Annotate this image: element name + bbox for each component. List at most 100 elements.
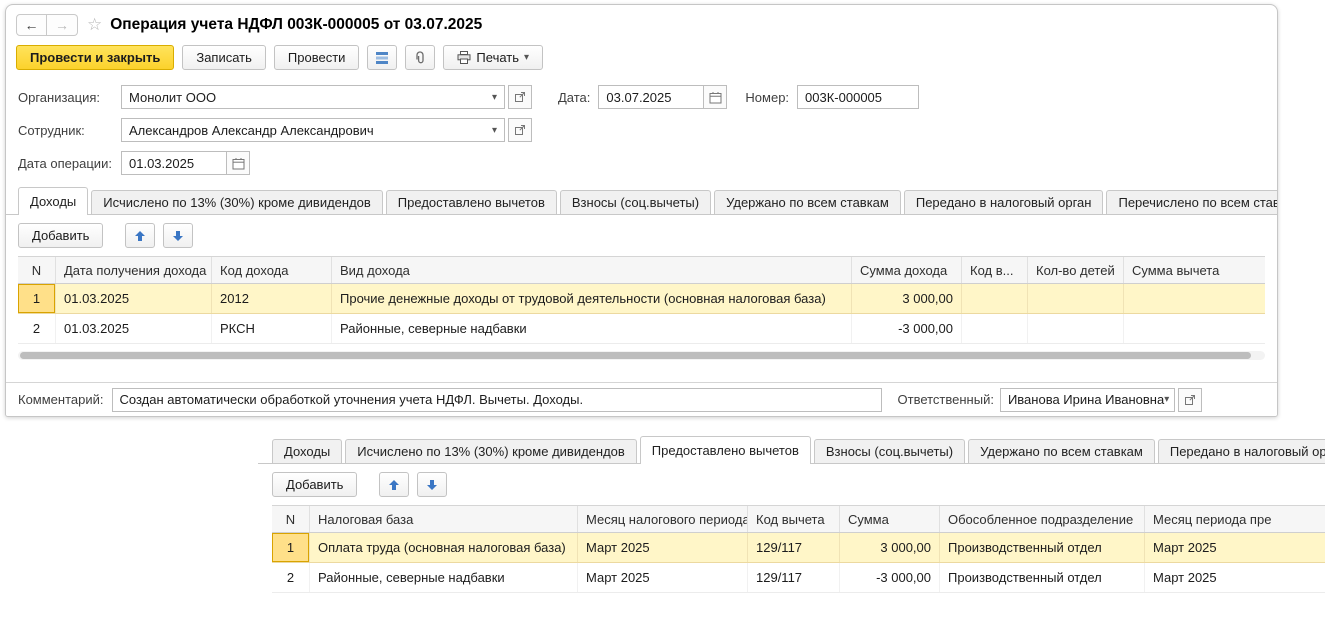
tab-remitted[interactable]: Перечислено по всем ставкам bbox=[1106, 190, 1277, 215]
table-row[interactable]: 1 01.03.2025 2012 Прочие денежные доходы… bbox=[18, 284, 1265, 314]
operation-date-calendar-button[interactable] bbox=[226, 151, 250, 175]
column-header: Сумма дохода bbox=[852, 257, 962, 283]
write-button[interactable]: Записать bbox=[182, 45, 266, 70]
column-header: Код вычета bbox=[748, 506, 840, 532]
column-header: Кол-во детей bbox=[1028, 257, 1124, 283]
deduction-code-cell[interactable] bbox=[962, 284, 1028, 313]
column-header: Месяц налогового периода bbox=[578, 506, 748, 532]
chevron-down-icon[interactable]: ▾ bbox=[492, 92, 497, 103]
table-row[interactable]: 2 Районные, северные надбавки Март 2025 … bbox=[272, 563, 1325, 593]
tab-incomes[interactable]: Доходы bbox=[272, 439, 343, 464]
tab-sent-to-tax-authority[interactable]: Передано в налоговый орган bbox=[1157, 439, 1325, 464]
income-code-cell[interactable]: РКСН bbox=[212, 314, 332, 343]
tab-incomes[interactable]: Доходы bbox=[18, 187, 89, 216]
deduction-code-cell[interactable]: 129/117 bbox=[748, 533, 840, 562]
move-row-down-button[interactable] bbox=[163, 223, 194, 248]
division-cell[interactable]: Производственный отдел bbox=[940, 533, 1145, 562]
move-row-down-button[interactable] bbox=[417, 472, 448, 497]
period-month-cell[interactable]: Март 2025 bbox=[1145, 563, 1325, 592]
row-number-cell[interactable]: 1 bbox=[18, 284, 56, 313]
employee-combobox[interactable]: Александров Александр Александрович ▾ bbox=[121, 118, 505, 142]
arrow-up-icon bbox=[135, 230, 146, 241]
income-date-cell[interactable]: 01.03.2025 bbox=[56, 314, 212, 343]
tab-deductions-provided[interactable]: Предоставлено вычетов bbox=[639, 436, 811, 465]
scrollbar-thumb[interactable] bbox=[20, 352, 1251, 359]
move-row-up-button[interactable] bbox=[379, 472, 410, 497]
tab-deductions-provided[interactable]: Предоставлено вычетов bbox=[385, 190, 557, 215]
tab-withheld[interactable]: Удержано по всем ставкам bbox=[968, 439, 1155, 464]
income-sum-cell[interactable]: 3 000,00 bbox=[852, 284, 962, 313]
operation-date-input[interactable]: 01.03.2025 bbox=[121, 151, 227, 175]
forward-button[interactable]: → bbox=[47, 14, 78, 36]
show-movements-button[interactable] bbox=[367, 45, 398, 70]
tab-contributions[interactable]: Взносы (соц.вычеты) bbox=[813, 439, 966, 464]
deduction-code-cell[interactable] bbox=[962, 314, 1028, 343]
deductions-table: N Налоговая база Месяц налогового период… bbox=[272, 505, 1325, 593]
date-value: 03.07.2025 bbox=[606, 89, 672, 105]
tax-base-cell[interactable]: Районные, северные надбавки bbox=[310, 563, 578, 592]
responsible-combobox[interactable]: Иванова Ирина Ивановна ▾ bbox=[999, 387, 1175, 412]
tax-base-cell[interactable]: Оплата труда (основная налоговая база) bbox=[310, 533, 578, 562]
favorite-star-icon[interactable]: ☆ bbox=[87, 15, 102, 35]
comment-input[interactable]: Создан автоматически обработкой уточнени… bbox=[111, 387, 882, 412]
sum-cell[interactable]: -3 000,00 bbox=[840, 563, 940, 592]
row-number-cell[interactable]: 2 bbox=[272, 563, 310, 592]
tax-period-month-cell[interactable]: Март 2025 bbox=[578, 563, 748, 592]
organization-value: Монолит ООО bbox=[129, 89, 217, 105]
deduction-code-cell[interactable]: 129/117 bbox=[748, 563, 840, 592]
employee-value: Александров Александр Александрович bbox=[129, 122, 374, 138]
operation-date-label: Дата операции: bbox=[18, 155, 112, 171]
children-count-cell[interactable] bbox=[1028, 314, 1124, 343]
forward-icon: → bbox=[55, 17, 69, 33]
employee-row: Сотрудник: Александров Александр Алексан… bbox=[6, 118, 1277, 142]
date-label: Дата: bbox=[558, 89, 591, 105]
row-number-cell[interactable]: 2 bbox=[18, 314, 56, 343]
sum-cell[interactable]: 3 000,00 bbox=[840, 533, 940, 562]
add-row-button[interactable]: Добавить bbox=[272, 472, 358, 497]
deduction-sum-cell[interactable] bbox=[1124, 314, 1265, 343]
tab-strip: Доходы Исчислено по 13% (30%) кроме диви… bbox=[258, 436, 1325, 465]
move-row-up-button[interactable] bbox=[125, 223, 156, 248]
income-code-cell[interactable]: 2012 bbox=[212, 284, 332, 313]
number-input[interactable]: 003К-000005 bbox=[797, 85, 920, 109]
add-row-button[interactable]: Добавить bbox=[18, 223, 104, 248]
table-header-row: N Дата получения дохода Код дохода Вид д… bbox=[18, 257, 1265, 284]
tax-period-month-cell[interactable]: Март 2025 bbox=[578, 533, 748, 562]
date-input[interactable]: 03.07.2025 bbox=[598, 85, 705, 109]
tab-sent-to-tax-authority[interactable]: Передано в налоговый орган bbox=[903, 190, 1104, 215]
table-command-bar: Добавить bbox=[18, 223, 1265, 248]
children-count-cell[interactable] bbox=[1028, 284, 1124, 313]
horizontal-scrollbar[interactable] bbox=[18, 351, 1265, 360]
tab-withheld[interactable]: Удержано по всем ставкам bbox=[714, 190, 901, 215]
table-row[interactable]: 2 01.03.2025 РКСН Районные, северные над… bbox=[18, 314, 1265, 344]
attachments-button[interactable] bbox=[405, 45, 436, 70]
back-button[interactable]: ← bbox=[16, 14, 47, 36]
column-header: Налоговая база bbox=[310, 506, 578, 532]
organization-combobox[interactable]: Монолит ООО ▾ bbox=[121, 85, 505, 109]
employee-open-button[interactable] bbox=[508, 118, 532, 142]
deductions-panel: Доходы Исчислено по 13% (30%) кроме диви… bbox=[258, 434, 1325, 618]
date-calendar-button[interactable] bbox=[703, 85, 728, 109]
income-kind-cell[interactable]: Прочие денежные доходы от трудовой деяте… bbox=[332, 284, 852, 313]
organization-open-button[interactable] bbox=[508, 85, 532, 109]
income-sum-cell[interactable]: -3 000,00 bbox=[852, 314, 962, 343]
division-cell[interactable]: Производственный отдел bbox=[940, 563, 1145, 592]
column-header: Обособленное подразделение bbox=[940, 506, 1145, 532]
column-header: Вид дохода bbox=[332, 257, 852, 283]
post-button[interactable]: Провести bbox=[273, 45, 360, 70]
income-kind-cell[interactable]: Районные, северные надбавки bbox=[332, 314, 852, 343]
tab-calculated[interactable]: Исчислено по 13% (30%) кроме дивидендов bbox=[345, 439, 637, 464]
tab-contributions[interactable]: Взносы (соц.вычеты) bbox=[559, 190, 712, 215]
table-row[interactable]: 1 Оплата труда (основная налоговая база)… bbox=[272, 533, 1325, 563]
print-button[interactable]: Печать ▾ bbox=[443, 45, 544, 70]
row-number-cell[interactable]: 1 bbox=[272, 533, 310, 562]
chevron-down-icon[interactable]: ▾ bbox=[1164, 394, 1169, 405]
operation-date-row: Дата операции: 01.03.2025 bbox=[6, 151, 1277, 175]
post-and-close-button[interactable]: Провести и закрыть bbox=[16, 45, 175, 70]
tab-calculated[interactable]: Исчислено по 13% (30%) кроме дивидендов bbox=[91, 190, 383, 215]
deduction-sum-cell[interactable] bbox=[1124, 284, 1265, 313]
chevron-down-icon[interactable]: ▾ bbox=[492, 125, 497, 136]
period-month-cell[interactable]: Март 2025 bbox=[1145, 533, 1325, 562]
responsible-open-button[interactable] bbox=[1177, 387, 1202, 412]
income-date-cell[interactable]: 01.03.2025 bbox=[56, 284, 212, 313]
